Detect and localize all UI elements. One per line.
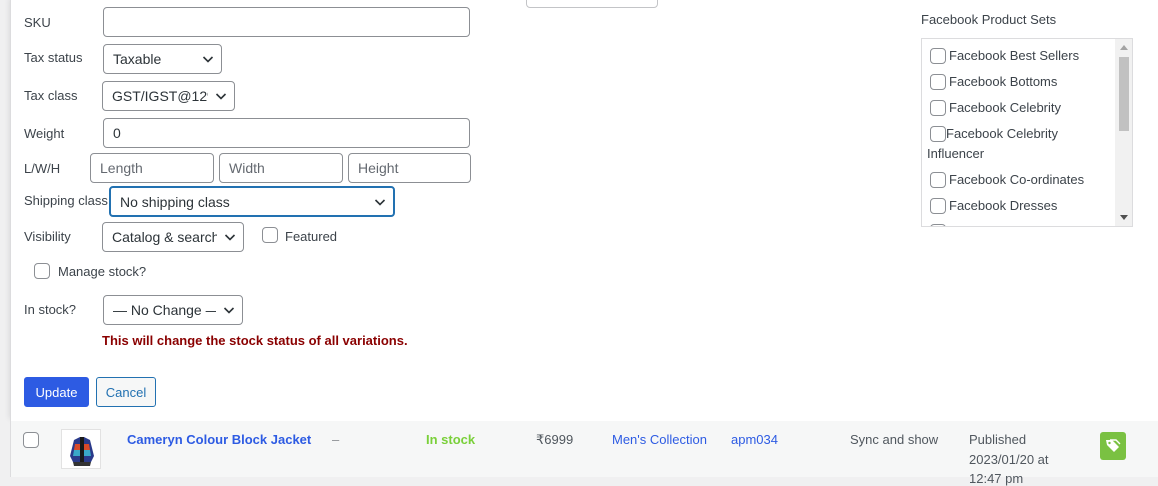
chevron-down-icon bbox=[214, 89, 228, 103]
shipping-class-label: Shipping class bbox=[24, 193, 108, 208]
visibility-label: Visibility bbox=[24, 229, 71, 244]
chevron-down-icon bbox=[223, 230, 237, 244]
facebook-set-checkbox[interactable] bbox=[930, 172, 946, 188]
facebook-sets-list[interactable]: Facebook Best Sellers Facebook Bottoms F… bbox=[921, 38, 1133, 227]
cancel-button[interactable]: Cancel bbox=[96, 377, 156, 407]
chevron-down-icon bbox=[222, 303, 236, 317]
facebook-set-label: Facebook Bottoms bbox=[949, 74, 1058, 89]
facebook-set-checkbox[interactable] bbox=[930, 74, 946, 90]
facebook-sync-status: Sync and show bbox=[850, 432, 939, 447]
stock-warning-text: This will change the stock status of all… bbox=[102, 333, 408, 348]
in-stock-label: In stock? bbox=[24, 302, 77, 317]
tax-status-select[interactable]: Taxable bbox=[103, 44, 222, 74]
scrollbar-thumb[interactable] bbox=[1119, 57, 1129, 131]
in-stock-select[interactable]: — No Change — bbox=[103, 295, 243, 325]
chevron-down-icon bbox=[373, 195, 387, 209]
facebook-set-label: Facebook Best Sellers bbox=[949, 48, 1080, 63]
featured-label: Featured bbox=[285, 229, 338, 244]
facebook-set-item[interactable]: Facebook Celebrity Influencer bbox=[927, 124, 1090, 164]
facebook-sets-title: Facebook Product Sets bbox=[921, 12, 1057, 27]
facebook-set-checkbox[interactable] bbox=[930, 126, 946, 142]
sku-label: SKU bbox=[24, 15, 51, 30]
facebook-set-item[interactable]: Facebook Best Sellers bbox=[930, 46, 1110, 66]
length-input[interactable]: Length bbox=[90, 153, 214, 183]
sku-input[interactable] bbox=[103, 7, 470, 37]
quick-edit-panel: SKU Tax status Taxable Tax class GST/IGS… bbox=[10, 0, 1158, 421]
stock-status: In stock bbox=[426, 432, 476, 447]
facebook-set-item[interactable]: Facebook Celebrity bbox=[930, 98, 1110, 118]
publish-status: Published bbox=[969, 432, 1027, 447]
partial-field-top bbox=[526, 0, 658, 8]
facebook-set-checkbox[interactable] bbox=[930, 224, 946, 226]
facebook-set-label: Facebook Dresses bbox=[949, 198, 1058, 213]
shipping-class-select[interactable]: No shipping class bbox=[109, 186, 395, 217]
chevron-down-icon bbox=[201, 52, 215, 66]
sku-dash: – bbox=[332, 432, 340, 447]
featured-checkbox[interactable] bbox=[262, 227, 278, 243]
facebook-set-item[interactable]: Facebook Dresses bbox=[930, 196, 1110, 216]
weight-label: Weight bbox=[24, 126, 65, 141]
category-link[interactable]: Men's Collection bbox=[612, 432, 707, 447]
publish-date: 2023/01/20 at bbox=[969, 452, 1049, 467]
tax-class-select[interactable]: GST/IGST@12% bbox=[102, 81, 235, 111]
row-select-checkbox[interactable] bbox=[23, 432, 39, 448]
in-stock-value: — No Change — bbox=[113, 302, 216, 318]
tag-link[interactable]: apm034 bbox=[731, 432, 778, 447]
manage-stock-label: Manage stock? bbox=[58, 264, 147, 279]
tag-icon[interactable] bbox=[1100, 432, 1126, 460]
facebook-set-checkbox[interactable] bbox=[930, 48, 946, 64]
width-input[interactable]: Width bbox=[219, 153, 343, 183]
facebook-set-label: Facebook Co-ordinates bbox=[949, 172, 1085, 187]
price: ₹6999 bbox=[536, 432, 574, 447]
facebook-set-checkbox[interactable] bbox=[930, 100, 946, 116]
lwh-label: L/W/H bbox=[24, 161, 61, 176]
height-input[interactable]: Height bbox=[348, 153, 471, 183]
product-thumbnail[interactable] bbox=[61, 429, 101, 469]
product-name-link[interactable]: Cameryn Colour Block Jacket bbox=[127, 432, 311, 447]
publish-time: 12:47 pm bbox=[969, 471, 1024, 486]
manage-stock-checkbox[interactable] bbox=[34, 263, 50, 279]
visibility-select[interactable]: Catalog & search bbox=[102, 222, 244, 252]
facebook-set-item[interactable]: Facebook Co-ordinates bbox=[930, 170, 1110, 190]
tax-status-value: Taxable bbox=[113, 51, 162, 67]
visibility-value: Catalog & search bbox=[112, 229, 217, 245]
facebook-set-label: Facebook Celebrity Influencer bbox=[927, 126, 1058, 161]
tax-class-value: GST/IGST@12% bbox=[112, 88, 208, 104]
update-button[interactable]: Update bbox=[24, 377, 89, 407]
scroll-up-icon[interactable] bbox=[1120, 45, 1128, 50]
tax-status-label: Tax status bbox=[24, 50, 83, 65]
tax-class-label: Tax class bbox=[24, 88, 78, 103]
facebook-set-checkbox[interactable] bbox=[930, 198, 946, 214]
table-row: Cameryn Colour Block Jacket – In stock ₹… bbox=[10, 421, 1158, 486]
facebook-set-item[interactable]: Facebook Bottoms bbox=[930, 72, 1110, 92]
scrollbar[interactable] bbox=[1115, 39, 1132, 226]
facebook-set-label: Facebook Celebrity bbox=[949, 100, 1061, 115]
scroll-down-icon[interactable] bbox=[1120, 215, 1128, 220]
shipping-class-value: No shipping class bbox=[120, 193, 230, 210]
weight-input[interactable]: 0 bbox=[103, 118, 470, 148]
